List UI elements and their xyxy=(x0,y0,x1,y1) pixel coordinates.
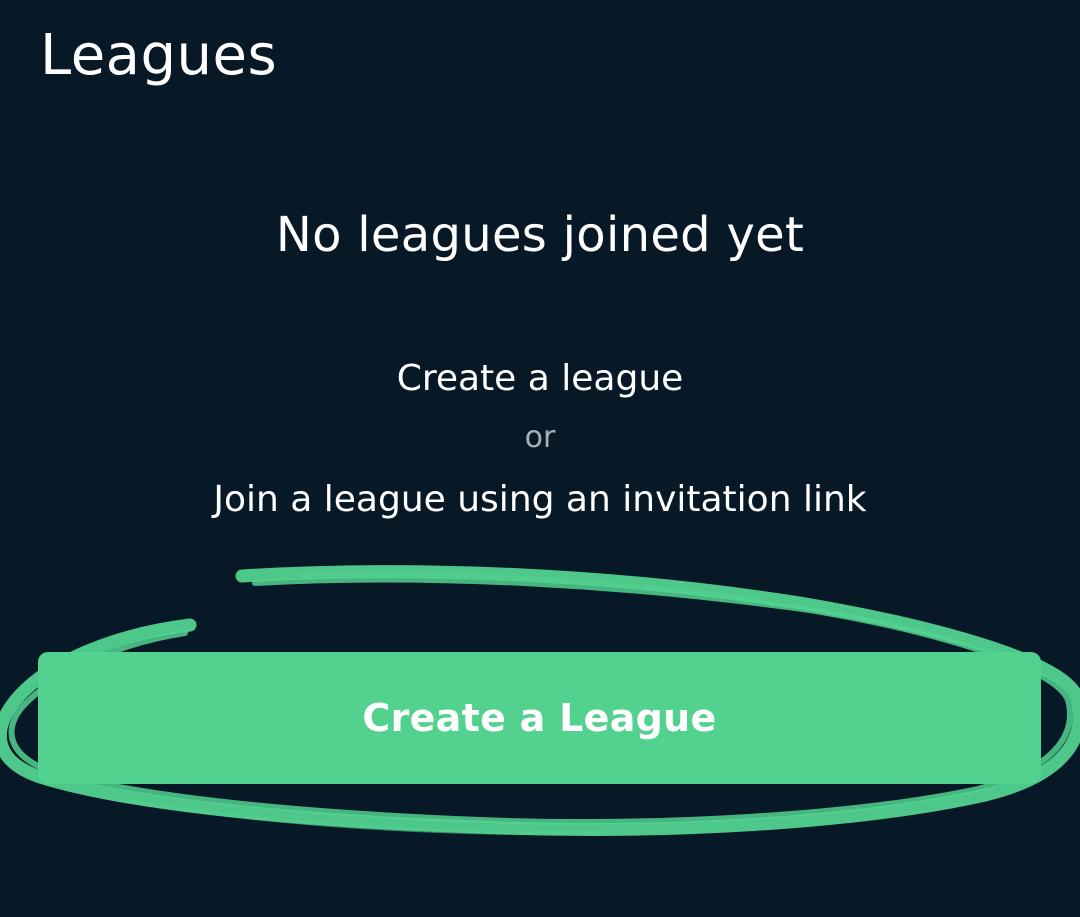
leagues-screen: Leagues No leagues joined yet Create a l… xyxy=(0,0,1080,917)
empty-state-title: No leagues joined yet xyxy=(275,207,805,263)
create-league-button[interactable]: Create a League xyxy=(38,652,1041,784)
create-league-button-label: Create a League xyxy=(362,696,717,740)
hint-join-league: Join a league using an invitation link xyxy=(213,479,867,520)
page-title: Leagues xyxy=(40,23,278,88)
hint-or-separator: or xyxy=(524,420,556,455)
hint-create-league: Create a league xyxy=(396,358,684,399)
